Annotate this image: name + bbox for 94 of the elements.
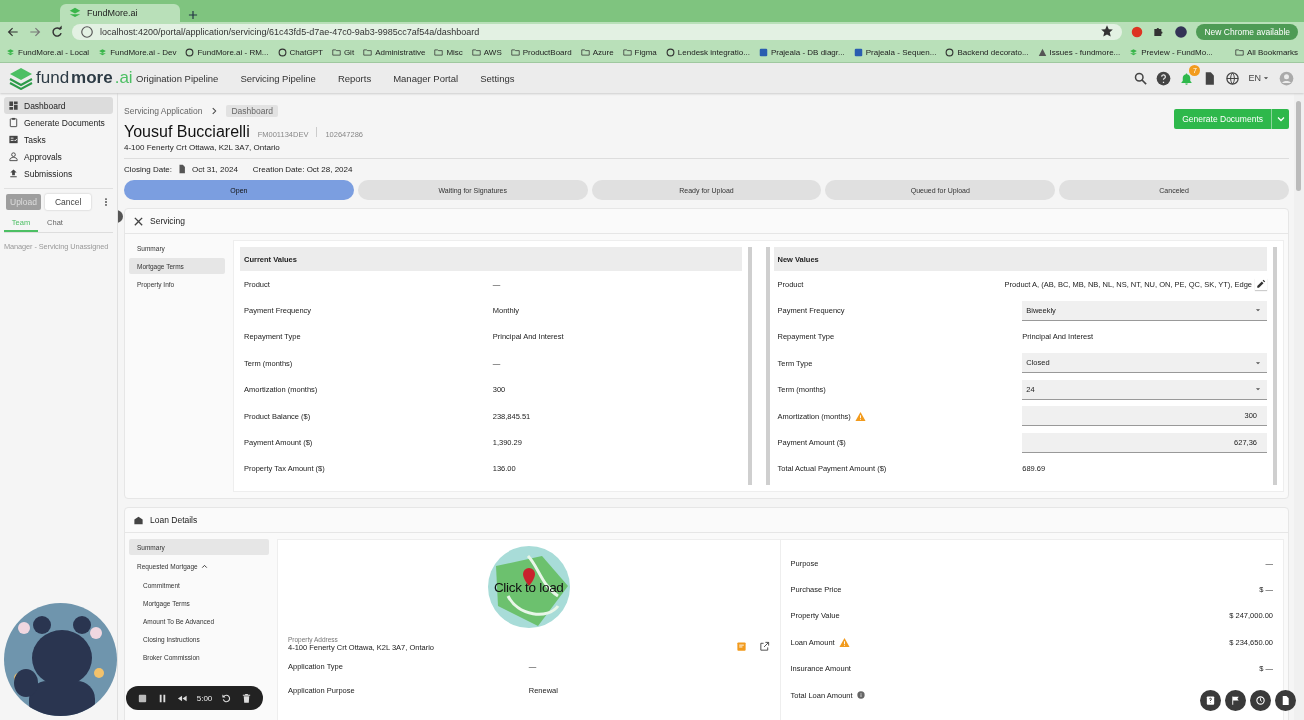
help-icon [1205,695,1216,706]
avatar-icon [1279,70,1294,86]
bookmark[interactable]: Preview - FundMo... [1141,47,1213,57]
clipboard-icon [8,117,19,128]
scrollbar-thumb[interactable] [1296,101,1301,191]
diagram-icon [853,47,863,57]
section-title: Loan Details [150,515,198,525]
circle-icon [665,47,675,57]
bookmark[interactable]: FundMore.ai - Dev [110,47,177,57]
circle-icon [185,47,195,57]
globe-icon [1225,70,1241,86]
sidebar-item[interactable]: Approvals [4,148,113,165]
diagram-icon [758,47,768,57]
bookmark[interactable]: Issues - fundmore... [1049,47,1121,57]
profile-icon [1174,25,1189,39]
creation-date: Creation Date: Oct 28, 2024 [252,164,353,174]
language-select[interactable]: EN [1248,73,1271,83]
warning-icon [1037,47,1047,57]
closing-date-label: Closing Date: [124,164,173,174]
closing-date: Oct 31, 2024 [192,164,238,174]
edit-button[interactable] [1255,278,1267,291]
sidebar-item[interactable]: Dashboard [4,97,113,114]
leaf-icon [6,47,15,57]
stop-button[interactable] [136,692,148,704]
pencil-icon [1256,279,1266,290]
dashboard-icon [8,100,19,111]
trash-icon [241,692,253,704]
folder-icon [1234,47,1244,57]
reload-icon [50,25,64,39]
sidebar-item[interactable]: Submissions [4,165,113,182]
history-icon [1255,695,1266,706]
help-icon [1156,70,1172,86]
bookmark[interactable]: Git [343,47,355,57]
upload-icon [8,168,19,179]
document-icon [177,164,188,174]
site-info-icon [80,25,94,39]
nav-link[interactable]: Reports [337,72,372,84]
folder-icon [510,47,520,57]
bookmark[interactable]: ChatGPT [289,47,323,57]
bookmark[interactable]: Misc [446,47,463,57]
sidebar-item[interactable]: Generate Documents [4,114,113,131]
note-icon [735,641,747,652]
leaf-icon [1129,47,1139,57]
breadcrumb-link[interactable]: Servicing Application [124,106,203,116]
leaf-icon [98,47,108,57]
leaf-icon [68,6,82,20]
nav-link[interactable]: Origination Pipeline [136,72,219,84]
bookmark[interactable]: AWS [483,47,502,57]
folder-icon [434,47,444,57]
folder-icon [580,47,590,57]
folder-icon [471,47,481,57]
shield-icon [1130,25,1145,39]
restart-button[interactable] [221,692,233,704]
circle-icon [945,47,955,57]
bookmark[interactable]: ProductBoard [522,47,572,57]
applicant-name: Yousuf Bucciarelli [124,123,250,141]
bookmark[interactable]: FundMore.ai - Local [18,47,90,57]
bookmark[interactable]: Administrative [375,47,426,57]
browser-tab[interactable]: FundMore.ai [60,4,180,22]
section-title: Servicing [150,216,185,226]
restart-icon [221,692,233,704]
applicant-address: 4-100 Fenerty Crt Ottawa, K2L 3A7, Ontario [124,143,281,152]
person-icon [8,151,19,162]
bookmark[interactable]: Prajeala - DB diagr... [770,47,845,57]
nav-link[interactable]: Manager Portal [393,72,459,84]
star-icon [1100,24,1115,38]
folder-icon [363,47,373,57]
cancel-button[interactable]: Cancel [44,194,92,210]
forward-icon [28,25,42,39]
back-icon [6,25,20,39]
open-external-icon [758,641,770,652]
checklist-icon [8,134,19,145]
breadcrumb-current: Dashboard [226,105,279,117]
delete-button[interactable] [241,692,253,704]
folder-icon [622,47,632,57]
bookmark[interactable]: Azure [592,47,614,57]
address-bar[interactable]: localhost:4200/portal/application/servicing/61c43fd5-d7ae-47c0-9ab3-9985cc7af54a/dashboard [72,24,1123,40]
sidebar-item[interactable]: Tasks [4,131,113,148]
nav-link[interactable]: Settings [480,72,515,84]
bookmark[interactable]: Prajeala - Sequen... [865,47,937,57]
folder-icon [331,47,341,57]
nav-link[interactable]: Servicing Pipeline [240,72,316,84]
flag-icon [1230,695,1241,706]
bookmark[interactable]: Backend decorato... [957,47,1029,57]
all-bookmarks[interactable]: All Bookmarks [1246,47,1298,57]
document-icon [1280,695,1291,706]
bookmark[interactable]: Figma [634,47,657,57]
search-icon [1133,70,1149,86]
recording-time: 5:00 [196,693,213,703]
stop-icon [136,692,148,704]
plus-icon [186,8,200,22]
bookmark[interactable]: Lendesk integratio... [677,47,750,57]
circle-icon [277,47,287,57]
bookmark[interactable]: FundMore.ai - RM... [197,47,269,57]
